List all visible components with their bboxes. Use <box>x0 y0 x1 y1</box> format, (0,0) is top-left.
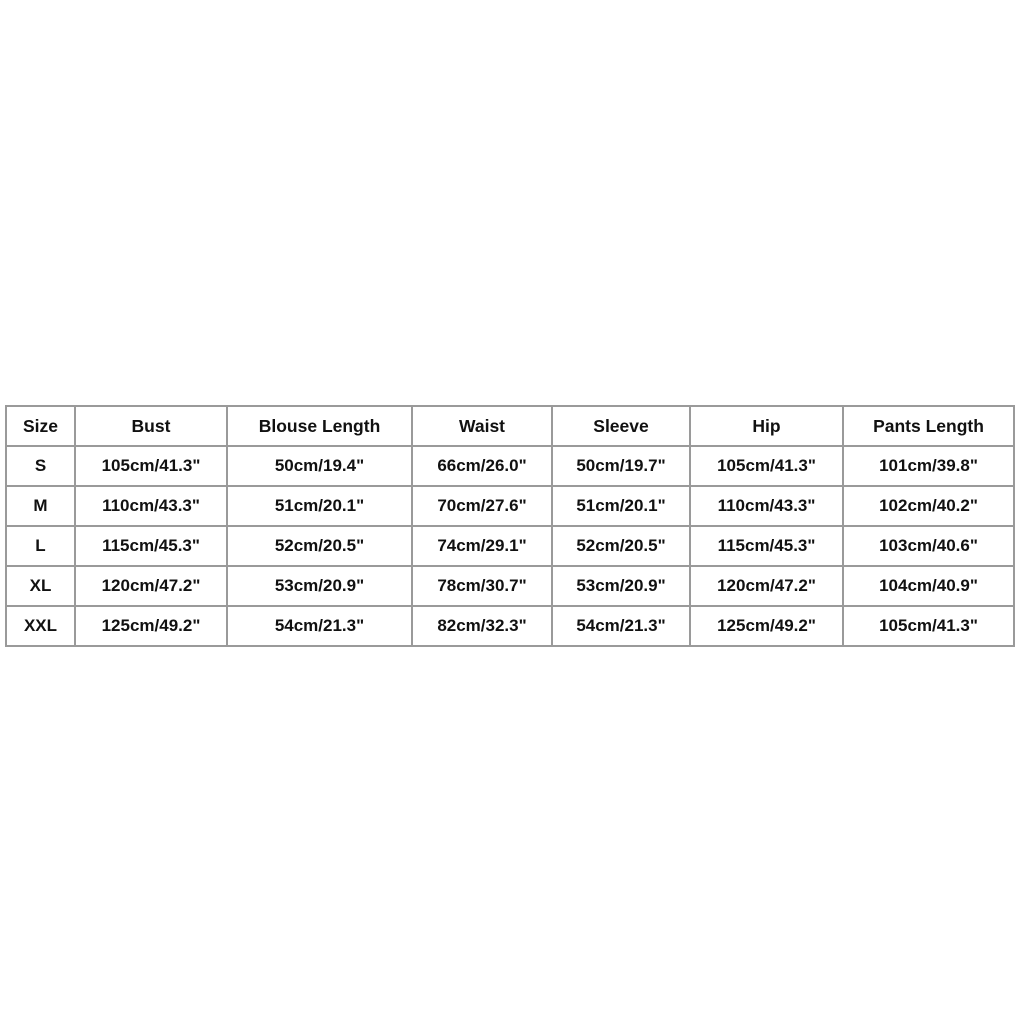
header-size: Size <box>5 405 76 447</box>
cell-blouse-length: 53cm/20.9" <box>226 565 413 607</box>
header-bust: Bust <box>74 405 228 447</box>
cell-sleeve: 50cm/19.7" <box>551 445 691 487</box>
cell-waist: 82cm/32.3" <box>411 605 553 647</box>
cell-size: S <box>5 445 76 487</box>
header-blouse-length: Blouse Length <box>226 405 413 447</box>
cell-sleeve: 52cm/20.5" <box>551 525 691 567</box>
cell-blouse-length: 52cm/20.5" <box>226 525 413 567</box>
cell-waist: 78cm/30.7" <box>411 565 553 607</box>
cell-pants-length: 102cm/40.2" <box>842 485 1015 527</box>
cell-bust: 105cm/41.3" <box>74 445 228 487</box>
table-row: M 110cm/43.3" 51cm/20.1" 70cm/27.6" 51cm… <box>5 485 1015 527</box>
cell-blouse-length: 51cm/20.1" <box>226 485 413 527</box>
cell-sleeve: 51cm/20.1" <box>551 485 691 527</box>
cell-size: XL <box>5 565 76 607</box>
cell-size: M <box>5 485 76 527</box>
table-row: S 105cm/41.3" 50cm/19.4" 66cm/26.0" 50cm… <box>5 445 1015 487</box>
cell-size: L <box>5 525 76 567</box>
cell-sleeve: 54cm/21.3" <box>551 605 691 647</box>
table-row: XL 120cm/47.2" 53cm/20.9" 78cm/30.7" 53c… <box>5 565 1015 607</box>
cell-hip: 105cm/41.3" <box>689 445 844 487</box>
header-row: Size Bust Blouse Length Waist Sleeve Hip… <box>5 405 1015 447</box>
cell-waist: 66cm/26.0" <box>411 445 553 487</box>
cell-pants-length: 105cm/41.3" <box>842 605 1015 647</box>
cell-hip: 120cm/47.2" <box>689 565 844 607</box>
header-pants-length: Pants Length <box>842 405 1015 447</box>
cell-blouse-length: 54cm/21.3" <box>226 605 413 647</box>
cell-hip: 125cm/49.2" <box>689 605 844 647</box>
header-hip: Hip <box>689 405 844 447</box>
table-row: L 115cm/45.3" 52cm/20.5" 74cm/29.1" 52cm… <box>5 525 1015 567</box>
cell-hip: 110cm/43.3" <box>689 485 844 527</box>
header-sleeve: Sleeve <box>551 405 691 447</box>
cell-bust: 110cm/43.3" <box>74 485 228 527</box>
size-chart-table: Size Bust Blouse Length Waist Sleeve Hip… <box>5 405 1015 647</box>
cell-waist: 70cm/27.6" <box>411 485 553 527</box>
header-waist: Waist <box>411 405 553 447</box>
cell-size: XXL <box>5 605 76 647</box>
cell-hip: 115cm/45.3" <box>689 525 844 567</box>
cell-bust: 120cm/47.2" <box>74 565 228 607</box>
cell-pants-length: 104cm/40.9" <box>842 565 1015 607</box>
cell-sleeve: 53cm/20.9" <box>551 565 691 607</box>
cell-waist: 74cm/29.1" <box>411 525 553 567</box>
table-row: XXL 125cm/49.2" 54cm/21.3" 82cm/32.3" 54… <box>5 605 1015 647</box>
cell-pants-length: 103cm/40.6" <box>842 525 1015 567</box>
cell-blouse-length: 50cm/19.4" <box>226 445 413 487</box>
cell-bust: 115cm/45.3" <box>74 525 228 567</box>
cell-pants-length: 101cm/39.8" <box>842 445 1015 487</box>
cell-bust: 125cm/49.2" <box>74 605 228 647</box>
